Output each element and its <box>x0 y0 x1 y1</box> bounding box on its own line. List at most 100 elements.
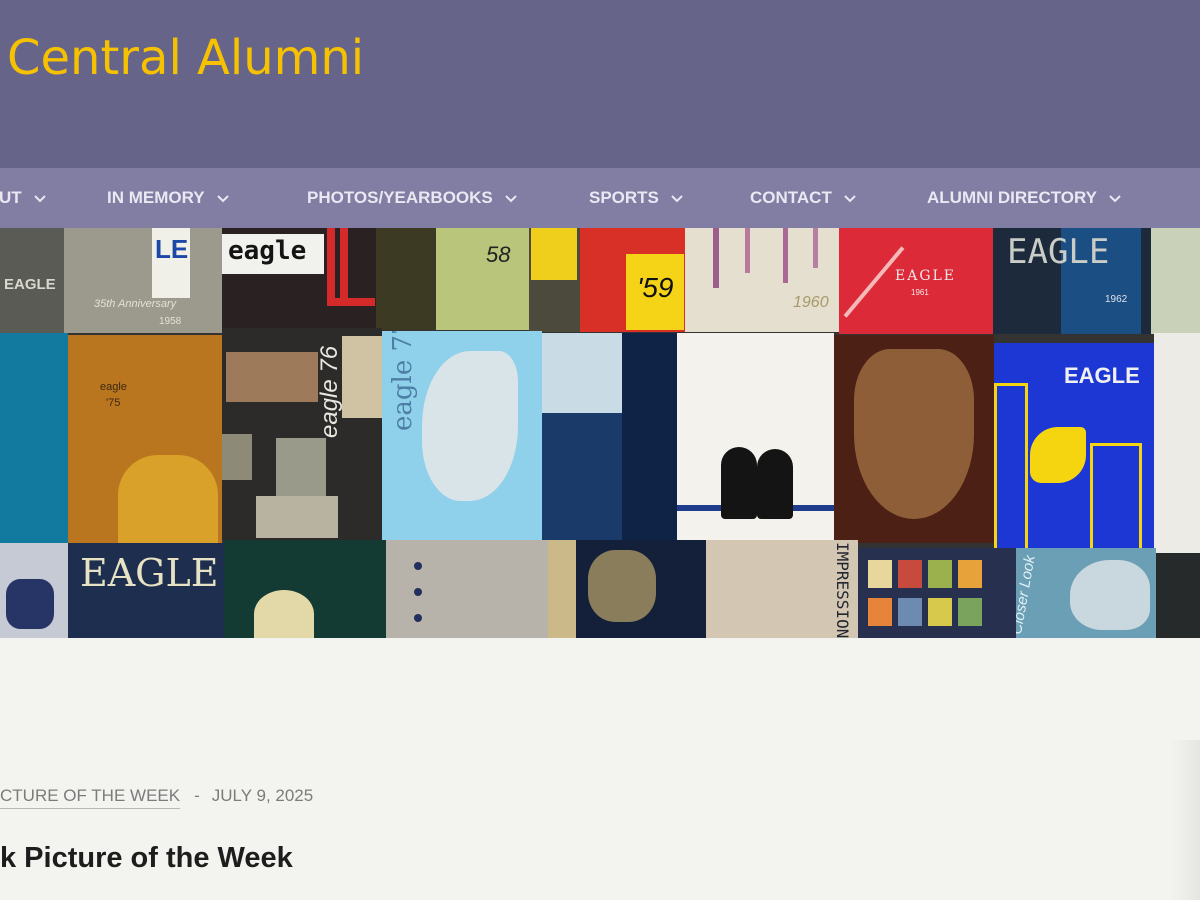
cover-text: 35th Anniversary <box>94 298 177 310</box>
main-nav: UT IN MEMORY PHOTOS/YEARBOOKS SPORTS CON… <box>0 168 1200 228</box>
cover-drip <box>783 228 788 283</box>
nav-item-about[interactable]: UT <box>0 168 46 228</box>
nav-item-label: UT <box>0 188 22 207</box>
nav-item-label: IN MEMORY <box>107 188 205 207</box>
yearbook-cover: EAGLE 1962 <box>993 228 1151 334</box>
cover-tree <box>622 333 677 541</box>
yearbook-cover: 1960 <box>685 228 839 332</box>
cover-stripe <box>327 228 335 303</box>
nav-item-sports[interactable]: SPORTS <box>589 168 683 228</box>
cover-photo <box>256 496 338 538</box>
meta-separator: - <box>194 786 200 805</box>
yearbook-cover: eagle '75 <box>68 335 222 543</box>
cover-photo <box>226 352 318 402</box>
yearbook-cover: LE 35th Anniversary 1958 <box>64 228 222 333</box>
cover-stripe <box>340 228 348 303</box>
cover-illustration <box>254 590 314 638</box>
yearbook-cover: eagle 77 <box>382 331 542 541</box>
cover-photo <box>898 598 922 626</box>
post-meta: CTURE OF THE WEEK - JULY 9, 2025 <box>0 783 313 811</box>
cover-silhouette <box>721 447 757 519</box>
cover-illustration <box>6 579 54 629</box>
cover-photo <box>928 560 952 588</box>
cover-text: IMPRESSIONS <box>833 542 852 638</box>
chevron-down-icon <box>844 194 856 203</box>
yearbook-cover: eagle 76 <box>222 328 382 540</box>
cover-text: LE <box>155 234 189 264</box>
cover-shape <box>376 228 436 330</box>
cover-drip <box>813 228 818 268</box>
cover-block <box>531 228 577 280</box>
yearbook-cover <box>834 335 994 543</box>
cover-swirl <box>588 550 656 622</box>
cover-dot <box>414 588 422 596</box>
cover-dot <box>414 614 422 622</box>
yearbook-cover <box>548 540 706 638</box>
cover-text: 58 <box>486 242 511 267</box>
cover-eagle <box>1030 427 1086 483</box>
cover-photo <box>868 560 892 588</box>
yearbook-cover <box>0 333 68 543</box>
cover-drip <box>713 228 719 288</box>
post-date: JULY 9, 2025 <box>211 786 314 805</box>
cover-text: 1961 <box>911 288 929 297</box>
yearbook-cover: EAGLE <box>994 343 1154 553</box>
cover-text: EAGLE <box>895 268 957 284</box>
cover-text: eagle <box>228 236 307 266</box>
yearbook-cover <box>529 228 580 332</box>
cover-text: EAGLE <box>1007 232 1110 272</box>
chevron-down-icon <box>1109 194 1121 203</box>
nav-item-label: CONTACT <box>750 188 832 207</box>
cover-photo <box>868 598 892 626</box>
site-title[interactable]: Central Alumni <box>7 28 364 88</box>
cover-text: EAGLE <box>80 551 219 595</box>
cover-eagle-illustration <box>422 351 518 501</box>
nav-item-label: ALUMNI DIRECTORY <box>927 188 1097 207</box>
cover-photo <box>958 598 982 626</box>
cover-photo <box>928 598 952 626</box>
cover-text: eagle <box>100 381 127 393</box>
nav-item-contact[interactable]: CONTACT <box>750 168 856 228</box>
yearbook-cover: Closer Look <box>1016 548 1156 638</box>
cover-building <box>1090 443 1142 553</box>
cover-silhouette <box>757 449 793 519</box>
chevron-down-icon <box>33 194 46 203</box>
post-title[interactable]: k Picture of the Week <box>0 838 293 878</box>
cover-text: '59 <box>637 272 674 303</box>
cover-text: EAGLE <box>1064 363 1140 388</box>
edge-shadow <box>1170 740 1200 900</box>
yearbook-cover: EAGLE <box>68 543 224 638</box>
site-header: Central Alumni <box>0 0 1200 168</box>
cover-stripe <box>327 298 375 306</box>
cover-eagle-head <box>1070 560 1150 630</box>
chevron-down-icon <box>671 194 683 203</box>
yearbook-cover-collage: EAGLE LE 35th Anniversary 1958 eagle 58 … <box>0 228 1200 638</box>
cover-text: eagle 76 <box>316 345 343 438</box>
cover-text: 1958 <box>159 316 182 327</box>
yearbook-cover: EAGLE <box>0 228 64 333</box>
chevron-down-icon <box>216 194 229 203</box>
yearbook-cover <box>0 543 68 638</box>
cover-stripe <box>548 540 576 638</box>
yearbook-cover: '59 <box>580 228 685 332</box>
cover-photo <box>222 434 252 480</box>
yearbook-cover <box>1156 553 1200 638</box>
yearbook-cover: IMPRESSIONS <box>706 540 858 638</box>
yearbook-cover <box>677 333 834 541</box>
cover-flowers <box>118 455 218 543</box>
post-category-link[interactable]: CTURE OF THE WEEK <box>0 786 181 809</box>
cover-text: EAGLE <box>4 276 56 293</box>
nav-item-in-memory[interactable]: IN MEMORY <box>107 168 229 228</box>
nav-item-alumni-directory[interactable]: ALUMNI DIRECTORY <box>927 168 1121 228</box>
yearbook-cover <box>1151 228 1200 334</box>
yearbook-cover <box>224 540 386 638</box>
yearbook-cover: eagle <box>222 228 376 328</box>
cover-eagle-emblem <box>854 349 974 519</box>
yearbook-cover: 58 <box>376 228 529 330</box>
nav-item-photos-yearbooks[interactable]: PHOTOS/YEARBOOKS <box>307 168 517 228</box>
cover-photo <box>958 560 982 588</box>
cover-text: Closer Look <box>1016 553 1039 636</box>
cover-text: eagle 77 <box>388 331 418 431</box>
yearbook-cover: EAGLE 1961 <box>839 228 993 334</box>
cover-text: 1960 <box>793 294 829 311</box>
